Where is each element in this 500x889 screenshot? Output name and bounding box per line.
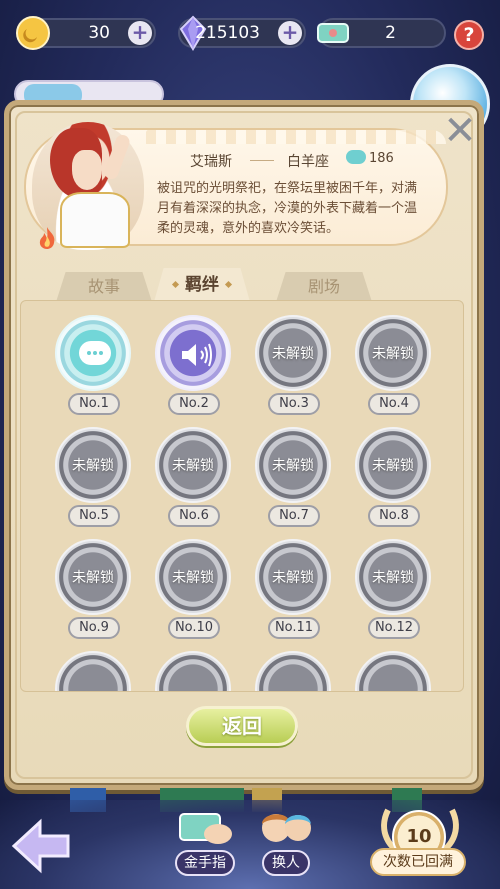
bond-number-label: No.1	[68, 393, 120, 415]
bond-grid: No.1 No.2 未解锁 No.3 未解锁 No.4 未解锁 No.5 未解锁 No.6 未解锁 N…	[20, 300, 464, 692]
locked-label: 未解锁	[172, 458, 214, 474]
bond-number-label: No.9	[68, 617, 120, 639]
bond-item[interactable]: 未解锁 No.9	[55, 539, 135, 643]
currency-bar: 30 + 215103 + 2 ?	[0, 0, 500, 66]
chat-bubble-icon	[79, 341, 111, 365]
locked-bond-icon[interactable]: 未解锁	[55, 539, 131, 615]
likes-counter: 186	[346, 150, 394, 166]
bond-item[interactable]: No.2	[155, 315, 235, 419]
bond-number-label: No.6	[168, 505, 220, 527]
tab-story[interactable]: 故事	[56, 272, 152, 302]
bond-item[interactable]: 未解锁 No.11	[255, 539, 335, 643]
character-name: 艾瑞斯	[190, 154, 232, 170]
locked-label: 未解锁	[372, 458, 414, 474]
locked-label: 未解锁	[72, 458, 114, 474]
gold-finger-button[interactable]: 金手指	[175, 850, 235, 876]
tab-theater[interactable]: 剧场	[276, 272, 372, 302]
locked-label: 未解锁	[72, 570, 114, 586]
locked-bond-icon[interactable]	[55, 651, 131, 691]
coin-value: 30	[88, 23, 110, 43]
bond-item[interactable]: 未解锁 No.8	[355, 427, 435, 531]
ticket-counter: 2	[317, 18, 446, 48]
bond-item[interactable]: 未解锁 No.6	[155, 427, 235, 531]
bond-number-label: No.3	[268, 393, 320, 415]
locked-label: 未解锁	[272, 570, 314, 586]
bond-number-label: No.10	[168, 617, 220, 639]
add-crystals-button[interactable]: +	[278, 21, 302, 45]
count-status: 次数已回满	[370, 848, 466, 876]
bond-number-label: No.11	[268, 617, 320, 639]
add-coins-button[interactable]: +	[128, 21, 152, 45]
chat-bond-icon[interactable]	[55, 315, 131, 391]
locked-label: 未解锁	[172, 570, 214, 586]
close-icon[interactable]: ✕	[440, 111, 480, 152]
tab-bar: 故事 羁绊 剧场	[46, 268, 446, 302]
ticket-value: 2	[385, 23, 396, 43]
bond-number-label: No.12	[368, 617, 420, 639]
locked-bond-icon[interactable]	[155, 651, 231, 691]
voice-bond-icon[interactable]	[155, 315, 231, 391]
bond-number-label: No.4	[368, 393, 420, 415]
locked-bond-icon[interactable]: 未解锁	[255, 539, 331, 615]
locked-bond-icon[interactable]: 未解锁	[155, 427, 231, 503]
locked-bond-icon[interactable]: 未解锁	[155, 539, 231, 615]
return-button[interactable]: 返回	[186, 706, 298, 746]
locked-label: 未解锁	[372, 570, 414, 586]
ticket-icon	[317, 23, 349, 43]
locked-bond-icon[interactable]: 未解锁	[255, 427, 331, 503]
bond-item[interactable]: 未解锁 No.10	[155, 539, 235, 643]
gold-coin-icon	[16, 16, 50, 50]
back-arrow-icon[interactable]	[10, 816, 72, 876]
swap-character-icon[interactable]	[252, 806, 316, 856]
bond-number-label: No.7	[268, 505, 320, 527]
tab-bond[interactable]: 羁绊	[154, 268, 250, 302]
bond-number-label: No.8	[368, 505, 420, 527]
swap-button[interactable]: 换人	[262, 850, 310, 876]
fire-element-icon	[39, 227, 55, 249]
bond-number-label: No.2	[168, 393, 220, 415]
heart-icon	[346, 150, 366, 164]
locked-bond-icon[interactable]	[355, 651, 431, 691]
bond-item[interactable]: 未解锁 No.5	[55, 427, 135, 531]
likes-value: 186	[369, 151, 394, 166]
bond-item[interactable]: 未解锁 No.3	[255, 315, 335, 419]
bond-number-label: No.5	[68, 505, 120, 527]
locked-label: 未解锁	[372, 346, 414, 362]
locked-label: 未解锁	[272, 346, 314, 362]
locked-bond-icon[interactable]: 未解锁	[355, 315, 431, 391]
locked-label: 未解锁	[272, 458, 314, 474]
divider	[250, 160, 274, 161]
crystal-value: 215103	[195, 23, 260, 43]
locked-bond-icon[interactable]: 未解锁	[55, 427, 131, 503]
bond-item[interactable]: 未解锁 No.4	[355, 315, 435, 419]
locked-bond-icon[interactable]	[255, 651, 331, 691]
character-description: 被诅咒的光明祭祀，在祭坛里被困千年，对满月有着深深的执念，冷漠的外表下藏着一个温…	[157, 181, 418, 236]
locked-bond-icon[interactable]: 未解锁	[355, 427, 431, 503]
gold-finger-icon[interactable]	[174, 806, 238, 856]
speaker-icon	[182, 343, 212, 367]
bond-item[interactable]: No.1	[55, 315, 135, 419]
help-button[interactable]: ?	[454, 20, 484, 50]
coin-counter: 30 +	[16, 16, 156, 50]
character-sign: 白羊座	[287, 154, 329, 170]
crystal-counter: 215103 +	[178, 15, 306, 51]
bond-item[interactable]: 未解锁 No.7	[255, 427, 335, 531]
locked-bond-icon[interactable]: 未解锁	[255, 315, 331, 391]
bond-item[interactable]: 未解锁 No.12	[355, 539, 435, 643]
locked-bond-icon[interactable]: 未解锁	[355, 539, 431, 615]
